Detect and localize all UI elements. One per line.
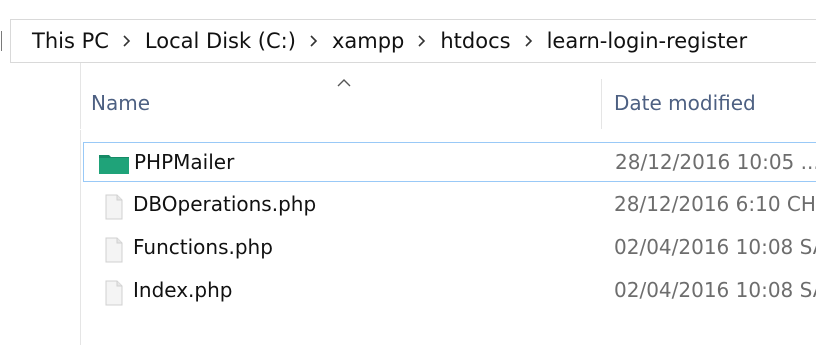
column-header-name[interactable]: Name bbox=[91, 91, 150, 115]
breadcrumb-item-current-folder[interactable]: learn-login-register bbox=[545, 29, 750, 53]
file-list: PHPMailer 28/12/2016 10:05 ... DBOperati… bbox=[80, 130, 816, 345]
file-name: Index.php bbox=[133, 278, 233, 302]
file-explorer-window: This PC Local Disk (C:) xampp htdocs lea… bbox=[0, 0, 816, 345]
breadcrumb-item-local-disk[interactable]: Local Disk (C:) bbox=[143, 29, 298, 53]
chevron-right-icon[interactable] bbox=[513, 20, 545, 62]
file-icon bbox=[97, 237, 129, 263]
list-item[interactable]: DBOperations.php 28/12/2016 6:10 CH bbox=[83, 185, 816, 225]
folder-icon bbox=[98, 152, 130, 176]
file-date-modified: 28/12/2016 10:05 ... bbox=[615, 150, 816, 174]
file-name: DBOperations.php bbox=[133, 192, 317, 216]
column-divider[interactable] bbox=[601, 79, 602, 129]
list-item[interactable]: Index.php 02/04/2016 10:08 SA bbox=[83, 271, 816, 311]
file-name: PHPMailer bbox=[134, 150, 235, 174]
breadcrumb: This PC Local Disk (C:) xampp htdocs lea… bbox=[30, 20, 749, 62]
list-item[interactable]: Functions.php 02/04/2016 10:08 SA bbox=[83, 228, 816, 268]
chevron-right-icon[interactable] bbox=[406, 20, 438, 62]
breadcrumb-item-htdocs[interactable]: htdocs bbox=[438, 29, 512, 53]
address-bar[interactable]: This PC Local Disk (C:) xampp htdocs lea… bbox=[1, 19, 816, 63]
file-date-modified: 28/12/2016 6:10 CH bbox=[614, 192, 816, 216]
chevron-right-icon[interactable] bbox=[111, 20, 143, 62]
file-icon bbox=[97, 280, 129, 306]
column-headers: Name Date modified bbox=[80, 63, 816, 129]
breadcrumb-item-this-pc[interactable]: This PC bbox=[30, 29, 111, 53]
breadcrumb-item-xampp[interactable]: xampp bbox=[330, 29, 406, 53]
chevron-right-icon[interactable] bbox=[298, 20, 330, 62]
sort-ascending-icon bbox=[337, 73, 351, 87]
file-date-modified: 02/04/2016 10:08 SA bbox=[614, 278, 816, 302]
file-icon bbox=[97, 194, 129, 220]
address-bar-edge bbox=[1, 31, 8, 51]
file-date-modified: 02/04/2016 10:08 SA bbox=[614, 235, 816, 259]
column-header-date-modified[interactable]: Date modified bbox=[614, 91, 756, 115]
list-item[interactable]: PHPMailer 28/12/2016 10:05 ... bbox=[83, 142, 816, 182]
file-name: Functions.php bbox=[133, 235, 273, 259]
